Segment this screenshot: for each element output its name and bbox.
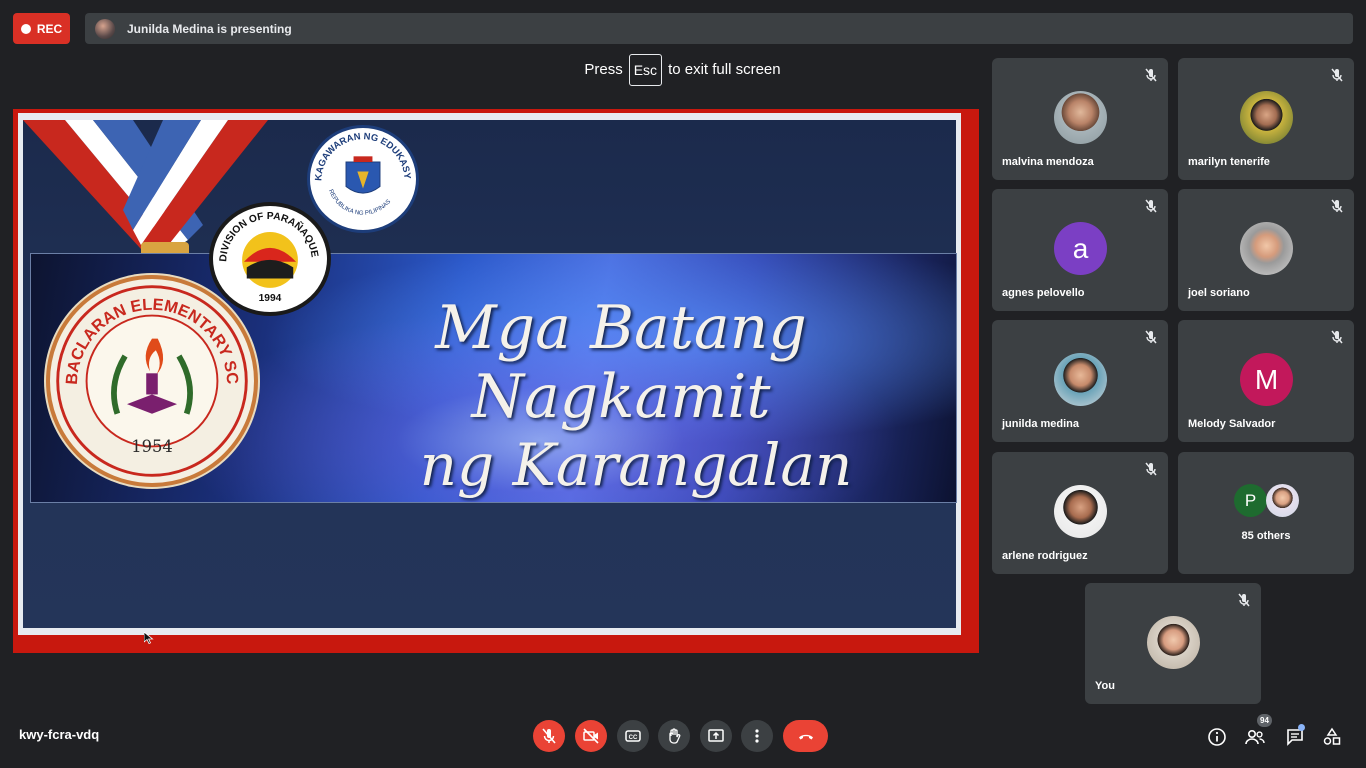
slide-title-line1: Mga Batang Nagkamit [435,293,807,432]
participant-tile[interactable]: a agnes pelovello [992,189,1168,311]
activities-shapes-icon [1323,727,1341,745]
captions-button[interactable]: CC [617,720,649,752]
mouse-cursor-icon [144,632,154,644]
people-count-badge: 94 [1257,714,1272,727]
presenter-avatar [95,18,115,39]
mic-off-icon [1331,68,1343,82]
recording-indicator[interactable]: REC [13,13,70,44]
participant-name: marilyn tenerife [1188,156,1270,168]
participant-avatar [1054,91,1107,144]
toast-prefix: Press [584,61,623,78]
participant-avatar [1054,485,1107,538]
self-avatar [1147,616,1200,669]
participant-name: agnes pelovello [1002,287,1085,299]
meeting-code[interactable]: kwy-fcra-vdq [19,727,99,742]
participant-tile[interactable]: joel soriano [1178,189,1354,311]
deped-seal-icon: KAGAWARAN NG EDUKASYON REPUBLIKA NG PILI… [306,120,419,233]
participant-tile[interactable]: M Melody Salvador [1178,320,1354,442]
slide-title-line2: ng Karangalan [419,431,853,499]
participant-avatar: M [1240,353,1293,406]
participant-avatar [1054,353,1107,406]
mic-off-icon [1145,68,1157,82]
participant-avatar [1240,91,1293,144]
slide-title: Mga Batang Nagkamit ng Karangalan [291,294,951,499]
camera-toggle-button[interactable] [575,720,607,752]
mic-off-icon [542,728,556,744]
participant-avatar: P [1234,484,1267,517]
mic-toggle-button[interactable] [533,720,565,752]
people-icon [1245,729,1265,745]
mic-off-icon [1331,199,1343,213]
info-icon [1208,728,1226,746]
participant-tile[interactable]: junilda medina [992,320,1168,442]
leave-call-button[interactable] [783,720,828,752]
meeting-details-button[interactable] [1206,726,1228,748]
participant-name: junilda medina [1002,418,1080,430]
mic-off-icon [1145,330,1157,344]
others-tile[interactable]: P 85 others [1178,452,1354,574]
self-name: You [1095,680,1115,692]
participant-avatar [1240,222,1293,275]
mic-off-icon [1145,199,1157,213]
mic-off-icon [1145,462,1157,476]
participant-avatar [1266,484,1299,517]
school-seal-year: 1954 [131,437,173,456]
others-avatars: P [1234,484,1299,517]
presentation-stage: Mga Batang Nagkamit ng Karangalan BACLAR… [13,109,979,653]
raise-hand-button[interactable] [658,720,690,752]
esc-key: Esc [628,53,663,86]
self-tile[interactable]: You [1085,583,1261,704]
participant-name: Melody Salvador [1188,418,1276,430]
toast-suffix: to exit full screen [668,61,781,78]
participant-avatar: a [1054,222,1107,275]
activities-button[interactable] [1321,726,1343,748]
participant-name: joel soriano [1188,287,1250,299]
hand-icon [669,728,681,744]
meet-window: REC Junilda Medina is presenting Press E… [0,0,1366,768]
slide-canvas: Mga Batang Nagkamit ng Karangalan BACLAR… [23,120,957,628]
more-vert-icon [755,729,759,743]
hang-up-icon [798,734,813,740]
present-screen-icon [708,729,724,742]
participant-tile[interactable]: malvina mendoza [992,58,1168,180]
people-button[interactable] [1244,726,1266,748]
division-seal-year: 1994 [259,293,282,304]
mic-off-icon [1238,593,1250,607]
svg-text:CC: CC [629,735,638,741]
participant-name: malvina mendoza [1002,156,1094,168]
present-now-button[interactable] [700,720,732,752]
record-dot-icon [20,23,31,34]
chat-notification-dot [1298,724,1305,731]
camera-off-icon [583,728,599,744]
more-options-button[interactable] [741,720,773,752]
participant-tile[interactable]: arlene rodriguez [992,452,1168,574]
fullscreen-toast: Press Esc to exit full screen [545,45,820,94]
presenter-text: Junilda Medina is presenting [127,21,292,36]
slide-frame: Mga Batang Nagkamit ng Karangalan BACLAR… [18,113,961,635]
recording-label: REC [36,21,63,36]
participant-tile[interactable]: marilyn tenerife [1178,58,1354,180]
closed-captions-icon: CC [625,730,641,742]
mic-off-icon [1331,330,1343,344]
presenter-bar[interactable]: Junilda Medina is presenting [85,13,1353,44]
others-count-label: 85 others [1241,530,1291,542]
participant-name: arlene rodriguez [1002,550,1088,562]
